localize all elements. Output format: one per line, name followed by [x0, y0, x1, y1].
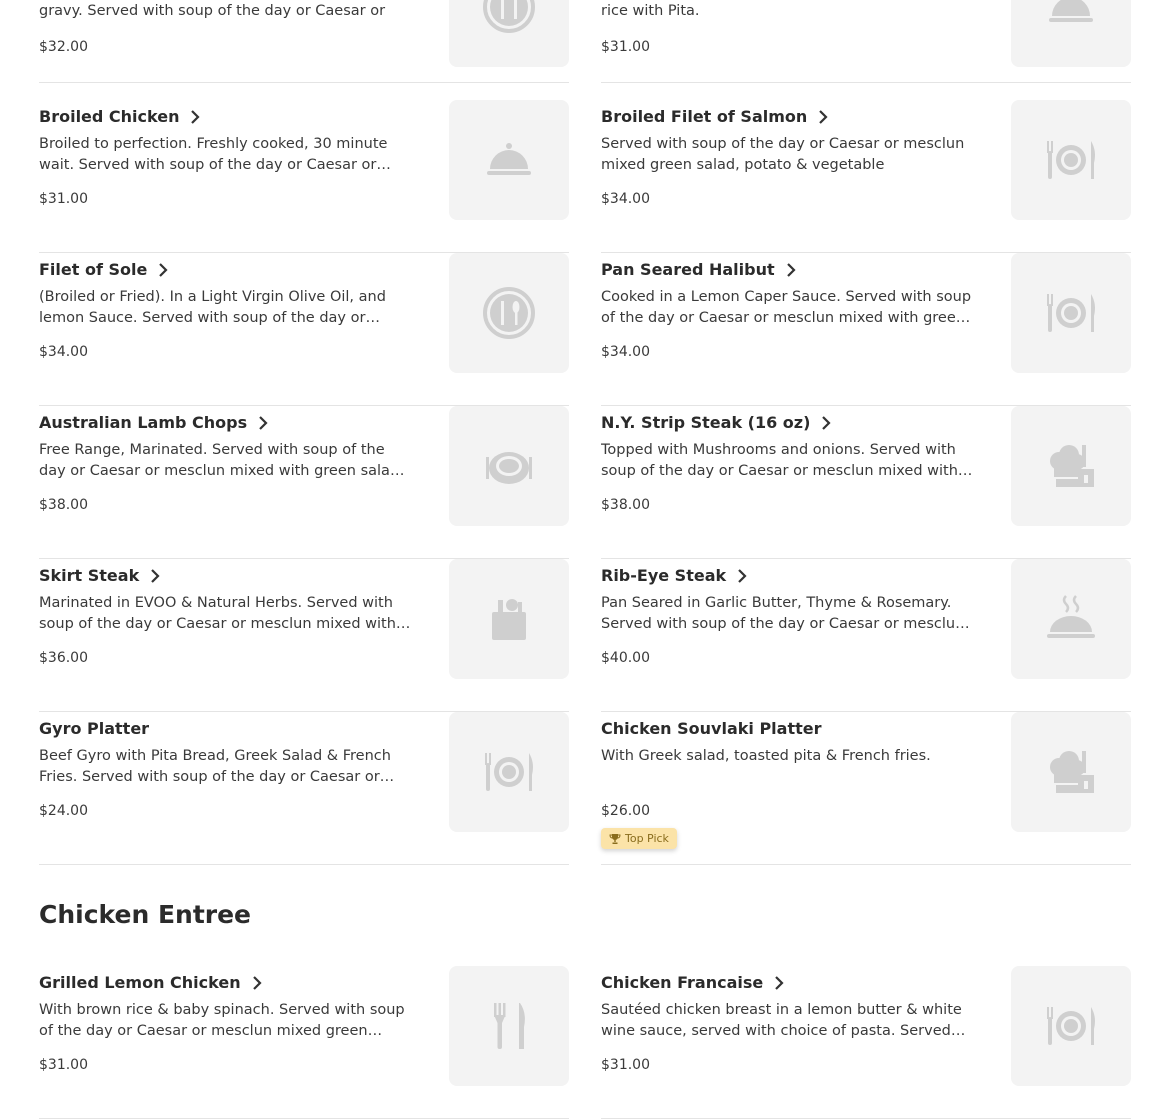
- plate-fork-knife-icon: [1047, 1007, 1095, 1045]
- item-title[interactable]: Rib-Eye Steak: [601, 566, 749, 585]
- menu-item[interactable]: Chicken Francaise Sautéed chicken breast…: [601, 966, 1131, 1119]
- menu-item[interactable]: Australian Lamb Chops Free Range, Marina…: [39, 406, 569, 559]
- chef-hat-icon: [1050, 751, 1094, 793]
- item-image-placeholder: [1011, 100, 1131, 220]
- item-image-placeholder: [449, 559, 569, 679]
- item-description: Served with soup of the day or Caesar or…: [601, 136, 965, 173]
- menu-item[interactable]: N.Y. Strip Steak (16 oz) Topped with Mus…: [601, 406, 1131, 559]
- item-title[interactable]: Grilled Lemon Chicken: [39, 973, 264, 992]
- item-title[interactable]: Broiled Chicken: [39, 107, 202, 126]
- badge-label: Top Pick: [625, 832, 669, 845]
- item-price: $31.00: [601, 1057, 650, 1073]
- chevron-right-icon: [159, 262, 168, 277]
- menu-item[interactable]: Rib-Eye Steak Pan Seared in Garlic Butte…: [601, 559, 1131, 712]
- item-price: $34.00: [601, 191, 650, 207]
- item-image-placeholder: [1011, 0, 1131, 67]
- item-price: $38.00: [39, 497, 88, 513]
- item-price: $32.00: [39, 39, 88, 55]
- plate-fork-knife-icon: [1047, 294, 1095, 332]
- item-description: Beef Gyro with Pita Bread, Greek Salad &…: [39, 748, 391, 785]
- item-description: rice with Pita.: [601, 3, 700, 19]
- menu-item-partial-right[interactable]: rice with Pita. $31.00: [601, 0, 1131, 83]
- chevron-right-icon: [191, 109, 201, 124]
- menu-item[interactable]: Gyro Platter Beef Gyro with Pita Bread, …: [39, 712, 569, 865]
- cloche-icon: [487, 143, 531, 175]
- chevron-right-icon: [252, 975, 262, 990]
- item-title[interactable]: Skirt Steak: [39, 566, 162, 585]
- menu-item[interactable]: Broiled Chicken Broiled to perfection. F…: [39, 100, 569, 253]
- dining-plate-icon: [486, 452, 532, 484]
- item-title[interactable]: Pan Seared Halibut: [601, 260, 798, 279]
- hot-dish-icon: [1047, 595, 1095, 638]
- item-price: $36.00: [39, 650, 88, 666]
- plate-cutlery-circle-icon: [483, 287, 535, 339]
- item-image-placeholder: [449, 253, 569, 373]
- item-image-placeholder: [449, 0, 569, 67]
- item-image-placeholder: [449, 406, 569, 526]
- item-price: $31.00: [39, 1057, 88, 1073]
- item-image-placeholder: [1011, 966, 1131, 1086]
- item-image-placeholder: [1011, 712, 1131, 832]
- item-description: Cooked in a Lemon Caper Sauce. Served wi…: [601, 289, 972, 326]
- plate-fork-knife-icon: [485, 753, 533, 791]
- chevron-right-icon: [738, 568, 747, 583]
- item-price: $34.00: [601, 344, 650, 360]
- item-price: $31.00: [39, 191, 88, 207]
- menu-item[interactable]: Grilled Lemon Chicken With brown rice & …: [39, 966, 569, 1119]
- item-image-placeholder: [1011, 406, 1131, 526]
- item-description: With brown rice & baby spinach. Served w…: [39, 1002, 405, 1039]
- chevron-right-icon: [259, 415, 268, 430]
- cloche-icon: [1049, 0, 1093, 22]
- grocery-bag-icon: [492, 599, 526, 640]
- menu-item[interactable]: Broiled Filet of Salmon Served with soup…: [601, 100, 1131, 253]
- item-description: Marinated in EVOO & Natural Herbs. Serve…: [39, 595, 396, 632]
- top-pick-badge: Top Pick: [601, 828, 677, 849]
- item-price: $26.00: [601, 803, 650, 819]
- item-image-placeholder: [449, 712, 569, 832]
- plate-cutlery-icon: [483, 0, 535, 33]
- chevron-right-icon: [786, 262, 796, 277]
- item-description: Topped with Mushrooms and onions. Served…: [601, 442, 958, 479]
- item-price: $40.00: [601, 650, 650, 666]
- item-image-placeholder: [449, 100, 569, 220]
- item-description: gravy. Served with soup of the day or Ca…: [39, 3, 386, 19]
- item-price: $34.00: [39, 344, 88, 360]
- item-price: $24.00: [39, 803, 88, 819]
- item-image-placeholder: [1011, 559, 1131, 679]
- chevron-right-icon: [822, 415, 831, 430]
- item-title[interactable]: Gyro Platter: [39, 719, 149, 738]
- item-image-placeholder: [449, 966, 569, 1086]
- fork-knife-icon: [494, 1003, 525, 1049]
- menu-item[interactable]: Pan Seared Halibut Cooked in a Lemon Cap…: [601, 253, 1131, 406]
- chevron-right-icon: [151, 568, 160, 583]
- item-title[interactable]: Broiled Filet of Salmon: [601, 107, 830, 126]
- item-description: Broiled to perfection. Freshly cooked, 3…: [39, 136, 388, 173]
- menu-item[interactable]: Chicken Souvlaki Platter With Greek sala…: [601, 712, 1131, 865]
- menu-item-partial-left[interactable]: gravy. Served with soup of the day or Ca…: [39, 0, 569, 83]
- trophy-icon: [609, 833, 621, 844]
- item-description: Pan Seared in Garlic Butter, Thyme & Ros…: [601, 595, 965, 632]
- item-price: $31.00: [601, 39, 650, 55]
- chef-hat-icon: [1050, 445, 1094, 487]
- menu-item[interactable]: Filet of Sole (Broiled or Fried). In a L…: [39, 253, 569, 406]
- item-title[interactable]: Chicken Francaise: [601, 973, 786, 992]
- item-title[interactable]: Filet of Sole: [39, 260, 170, 279]
- item-description: Free Range, Marinated. Served with soup …: [39, 442, 404, 479]
- chevron-right-icon: [775, 975, 784, 990]
- item-title[interactable]: N.Y. Strip Steak (16 oz): [601, 413, 833, 432]
- item-image-placeholder: [1011, 253, 1131, 373]
- item-description: With Greek salad, toasted pita & French …: [601, 748, 931, 764]
- item-title[interactable]: Chicken Souvlaki Platter: [601, 719, 821, 738]
- menu-item[interactable]: Skirt Steak Marinated in EVOO & Natural …: [39, 559, 569, 712]
- item-price: $38.00: [601, 497, 650, 513]
- plate-fork-knife-icon: [1047, 141, 1095, 179]
- chevron-right-icon: [819, 109, 828, 124]
- item-description: Sautéed chicken breast in a lemon butter…: [601, 1002, 962, 1039]
- item-title[interactable]: Australian Lamb Chops: [39, 413, 270, 432]
- section-title: Chicken Entree: [39, 900, 252, 929]
- item-description: (Broiled or Fried). In a Light Virgin Ol…: [39, 289, 386, 326]
